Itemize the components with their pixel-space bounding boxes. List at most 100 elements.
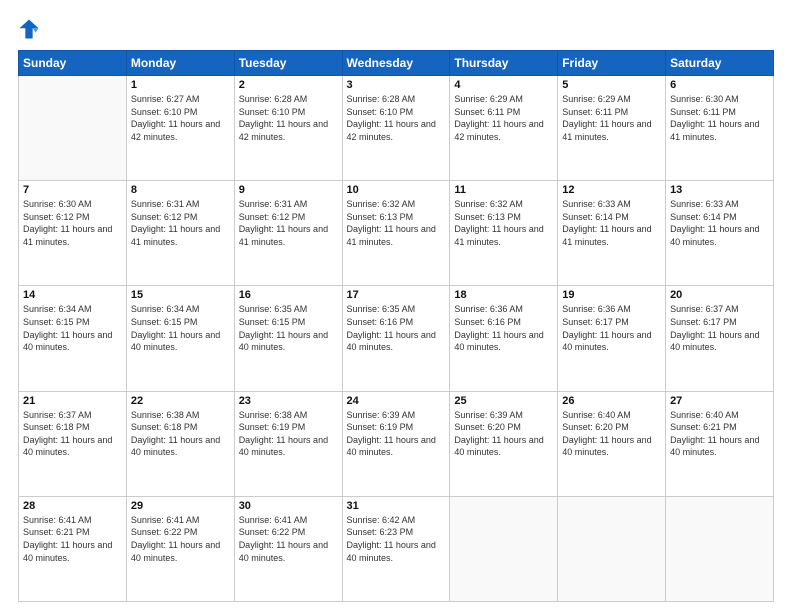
sunrise-label: Sunrise: 6:42 AM: [347, 515, 416, 525]
sunrise-label: Sunrise: 6:39 AM: [454, 410, 523, 420]
daylight-label: Daylight: 11 hours and 41 minutes.: [670, 119, 759, 142]
daylight-label: Daylight: 11 hours and 40 minutes.: [347, 435, 436, 458]
daylight-label: Daylight: 11 hours and 40 minutes.: [131, 540, 220, 563]
calendar-cell: 22 Sunrise: 6:38 AM Sunset: 6:18 PM Dayl…: [126, 391, 234, 496]
calendar-cell: 21 Sunrise: 6:37 AM Sunset: 6:18 PM Dayl…: [19, 391, 127, 496]
day-number: 31: [347, 500, 446, 512]
day-info: Sunrise: 6:37 AM Sunset: 6:17 PM Dayligh…: [670, 303, 769, 353]
calendar-day-header: Monday: [126, 51, 234, 76]
calendar-cell: 11 Sunrise: 6:32 AM Sunset: 6:13 PM Dayl…: [450, 181, 558, 286]
day-info: Sunrise: 6:33 AM Sunset: 6:14 PM Dayligh…: [670, 198, 769, 248]
sunrise-label: Sunrise: 6:38 AM: [239, 410, 308, 420]
day-info: Sunrise: 6:33 AM Sunset: 6:14 PM Dayligh…: [562, 198, 661, 248]
day-number: 20: [670, 289, 769, 301]
day-info: Sunrise: 6:41 AM Sunset: 6:21 PM Dayligh…: [23, 514, 122, 564]
sunset-label: Sunset: 6:22 PM: [131, 527, 198, 537]
calendar-cell: 1 Sunrise: 6:27 AM Sunset: 6:10 PM Dayli…: [126, 76, 234, 181]
calendar-cell: 17 Sunrise: 6:35 AM Sunset: 6:16 PM Dayl…: [342, 286, 450, 391]
daylight-label: Daylight: 11 hours and 40 minutes.: [131, 435, 220, 458]
day-number: 4: [454, 79, 553, 91]
sunrise-label: Sunrise: 6:35 AM: [347, 304, 416, 314]
calendar-cell: 7 Sunrise: 6:30 AM Sunset: 6:12 PM Dayli…: [19, 181, 127, 286]
page: SundayMondayTuesdayWednesdayThursdayFrid…: [0, 0, 792, 612]
day-number: 22: [131, 395, 230, 407]
day-info: Sunrise: 6:40 AM Sunset: 6:21 PM Dayligh…: [670, 409, 769, 459]
day-info: Sunrise: 6:42 AM Sunset: 6:23 PM Dayligh…: [347, 514, 446, 564]
sunset-label: Sunset: 6:12 PM: [131, 212, 198, 222]
day-number: 9: [239, 184, 338, 196]
day-info: Sunrise: 6:40 AM Sunset: 6:20 PM Dayligh…: [562, 409, 661, 459]
sunrise-label: Sunrise: 6:34 AM: [131, 304, 200, 314]
daylight-label: Daylight: 11 hours and 42 minutes.: [347, 119, 436, 142]
daylight-label: Daylight: 11 hours and 40 minutes.: [454, 330, 543, 353]
day-number: 29: [131, 500, 230, 512]
sunrise-label: Sunrise: 6:35 AM: [239, 304, 308, 314]
day-info: Sunrise: 6:41 AM Sunset: 6:22 PM Dayligh…: [131, 514, 230, 564]
sunset-label: Sunset: 6:20 PM: [454, 422, 521, 432]
daylight-label: Daylight: 11 hours and 40 minutes.: [131, 330, 220, 353]
sunset-label: Sunset: 6:13 PM: [454, 212, 521, 222]
daylight-label: Daylight: 11 hours and 40 minutes.: [670, 435, 759, 458]
sunrise-label: Sunrise: 6:39 AM: [347, 410, 416, 420]
day-info: Sunrise: 6:34 AM Sunset: 6:15 PM Dayligh…: [131, 303, 230, 353]
sunrise-label: Sunrise: 6:34 AM: [23, 304, 92, 314]
day-info: Sunrise: 6:37 AM Sunset: 6:18 PM Dayligh…: [23, 409, 122, 459]
sunset-label: Sunset: 6:10 PM: [131, 107, 198, 117]
sunset-label: Sunset: 6:20 PM: [562, 422, 629, 432]
calendar-day-header: Saturday: [666, 51, 774, 76]
logo: [18, 18, 42, 40]
sunset-label: Sunset: 6:18 PM: [131, 422, 198, 432]
daylight-label: Daylight: 11 hours and 41 minutes.: [562, 119, 651, 142]
day-info: Sunrise: 6:30 AM Sunset: 6:12 PM Dayligh…: [23, 198, 122, 248]
day-number: 23: [239, 395, 338, 407]
daylight-label: Daylight: 11 hours and 40 minutes.: [239, 540, 328, 563]
day-info: Sunrise: 6:30 AM Sunset: 6:11 PM Dayligh…: [670, 93, 769, 143]
day-info: Sunrise: 6:41 AM Sunset: 6:22 PM Dayligh…: [239, 514, 338, 564]
daylight-label: Daylight: 11 hours and 40 minutes.: [454, 435, 543, 458]
day-number: 6: [670, 79, 769, 91]
sunrise-label: Sunrise: 6:29 AM: [562, 94, 631, 104]
calendar-cell: 31 Sunrise: 6:42 AM Sunset: 6:23 PM Dayl…: [342, 496, 450, 601]
calendar-cell: 16 Sunrise: 6:35 AM Sunset: 6:15 PM Dayl…: [234, 286, 342, 391]
sunrise-label: Sunrise: 6:32 AM: [347, 199, 416, 209]
calendar-week-row: 28 Sunrise: 6:41 AM Sunset: 6:21 PM Dayl…: [19, 496, 774, 601]
daylight-label: Daylight: 11 hours and 41 minutes.: [347, 224, 436, 247]
sunset-label: Sunset: 6:15 PM: [239, 317, 306, 327]
sunrise-label: Sunrise: 6:41 AM: [23, 515, 92, 525]
day-info: Sunrise: 6:39 AM Sunset: 6:19 PM Dayligh…: [347, 409, 446, 459]
calendar-week-row: 14 Sunrise: 6:34 AM Sunset: 6:15 PM Dayl…: [19, 286, 774, 391]
sunset-label: Sunset: 6:10 PM: [239, 107, 306, 117]
day-number: 17: [347, 289, 446, 301]
day-number: 12: [562, 184, 661, 196]
sunrise-label: Sunrise: 6:37 AM: [670, 304, 739, 314]
daylight-label: Daylight: 11 hours and 40 minutes.: [670, 224, 759, 247]
calendar-cell: 9 Sunrise: 6:31 AM Sunset: 6:12 PM Dayli…: [234, 181, 342, 286]
calendar-week-row: 21 Sunrise: 6:37 AM Sunset: 6:18 PM Dayl…: [19, 391, 774, 496]
day-number: 2: [239, 79, 338, 91]
day-number: 8: [131, 184, 230, 196]
day-number: 15: [131, 289, 230, 301]
calendar-cell: 19 Sunrise: 6:36 AM Sunset: 6:17 PM Dayl…: [558, 286, 666, 391]
calendar-cell: 15 Sunrise: 6:34 AM Sunset: 6:15 PM Dayl…: [126, 286, 234, 391]
calendar-header-row: SundayMondayTuesdayWednesdayThursdayFrid…: [19, 51, 774, 76]
calendar-cell: 3 Sunrise: 6:28 AM Sunset: 6:10 PM Dayli…: [342, 76, 450, 181]
day-info: Sunrise: 6:28 AM Sunset: 6:10 PM Dayligh…: [239, 93, 338, 143]
sunset-label: Sunset: 6:11 PM: [562, 107, 628, 117]
sunrise-label: Sunrise: 6:32 AM: [454, 199, 523, 209]
daylight-label: Daylight: 11 hours and 40 minutes.: [239, 435, 328, 458]
day-info: Sunrise: 6:27 AM Sunset: 6:10 PM Dayligh…: [131, 93, 230, 143]
day-info: Sunrise: 6:29 AM Sunset: 6:11 PM Dayligh…: [454, 93, 553, 143]
sunset-label: Sunset: 6:16 PM: [454, 317, 521, 327]
calendar-cell: 2 Sunrise: 6:28 AM Sunset: 6:10 PM Dayli…: [234, 76, 342, 181]
day-number: 21: [23, 395, 122, 407]
sunset-label: Sunset: 6:15 PM: [23, 317, 90, 327]
day-info: Sunrise: 6:31 AM Sunset: 6:12 PM Dayligh…: [131, 198, 230, 248]
calendar-cell: 4 Sunrise: 6:29 AM Sunset: 6:11 PM Dayli…: [450, 76, 558, 181]
day-number: 14: [23, 289, 122, 301]
day-number: 30: [239, 500, 338, 512]
sunrise-label: Sunrise: 6:28 AM: [239, 94, 308, 104]
daylight-label: Daylight: 11 hours and 42 minutes.: [239, 119, 328, 142]
calendar-cell: 27 Sunrise: 6:40 AM Sunset: 6:21 PM Dayl…: [666, 391, 774, 496]
daylight-label: Daylight: 11 hours and 41 minutes.: [23, 224, 112, 247]
day-number: 25: [454, 395, 553, 407]
